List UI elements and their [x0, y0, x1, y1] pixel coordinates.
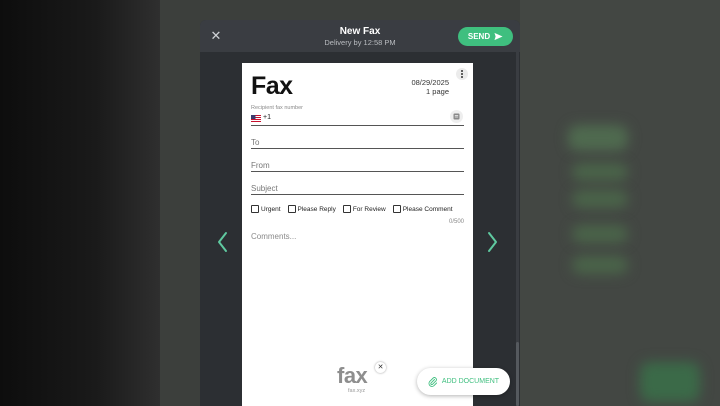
recipient-label: Recipient fax number	[251, 105, 303, 111]
from-field[interactable]: From	[251, 160, 464, 172]
logo-word: fax	[337, 363, 368, 388]
to-field[interactable]: To	[251, 137, 464, 149]
logo-sub: fax.xyz	[348, 388, 366, 394]
backdrop-right	[520, 0, 720, 406]
send-icon	[494, 32, 503, 41]
add-document-button[interactable]: ADD DOCUMENT	[417, 368, 510, 395]
us-flag-icon[interactable]	[251, 115, 261, 122]
fax-date: 08/29/2025	[411, 78, 449, 87]
please-reply-checkbox[interactable]: Please Reply	[287, 205, 336, 213]
paperclip-icon	[428, 376, 437, 387]
for-review-checkbox[interactable]: For Review	[342, 205, 386, 213]
fax-options: Urgent Please Reply For Review Please Co…	[251, 204, 467, 214]
country-code: +1	[263, 114, 271, 121]
fax-cover-page: Fax 08/29/2025 1 page Recipient fax numb…	[242, 63, 473, 406]
send-button[interactable]: SEND	[458, 27, 513, 46]
subject-field[interactable]: Subject	[251, 183, 464, 195]
kebab-icon[interactable]	[456, 68, 468, 80]
please-comment-checkbox[interactable]: Please Comment	[392, 205, 453, 213]
backdrop-left	[0, 0, 160, 406]
recipient-fax-input[interactable]: +1	[251, 113, 464, 126]
page-count: 1 page	[426, 87, 449, 96]
urgent-checkbox[interactable]: Urgent	[251, 205, 281, 213]
char-counter: 0/500	[448, 219, 464, 225]
scrollbar[interactable]	[516, 52, 519, 406]
fax-title: Fax	[251, 72, 293, 100]
add-document-label: ADD DOCUMENT	[441, 378, 500, 385]
chevron-right-icon[interactable]	[485, 230, 501, 254]
modal-header: ✕ New Fax Delivery by 12:58 PM SEND	[200, 20, 520, 52]
chevron-left-icon[interactable]	[214, 230, 230, 254]
remove-logo-icon[interactable]: ✕	[375, 362, 386, 373]
contacts-icon[interactable]	[450, 110, 463, 123]
send-label: SEND	[467, 32, 491, 41]
comments-field[interactable]: Comments...	[251, 232, 296, 241]
scroll-thumb[interactable]	[516, 342, 519, 406]
